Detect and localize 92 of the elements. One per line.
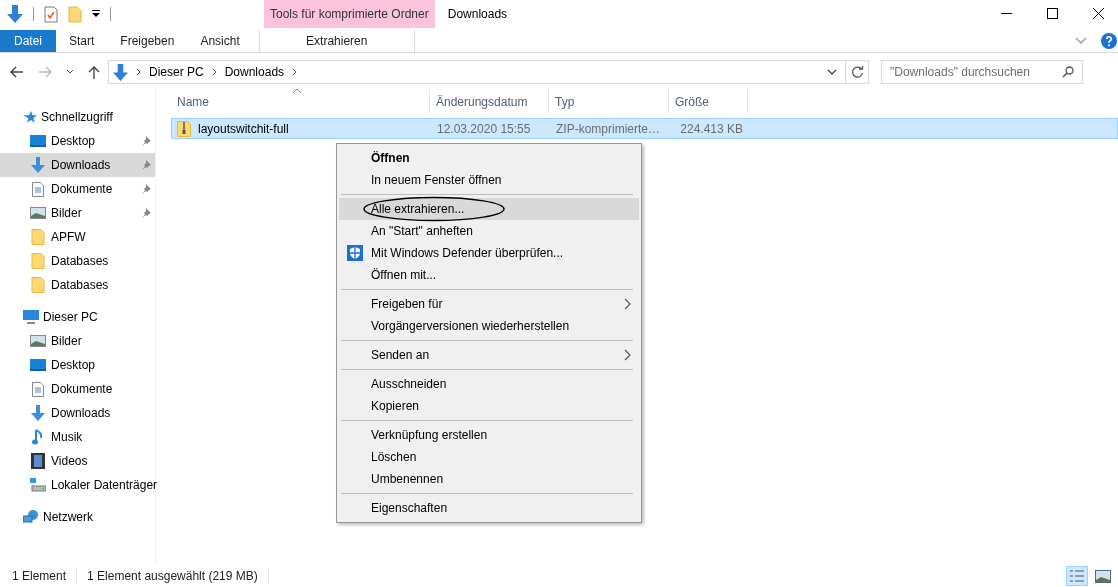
maximize-icon[interactable] [1047, 8, 1058, 19]
ribbon-tab[interactable]: Ansicht [187, 30, 253, 52]
menu-item[interactable]: Freigeben für [339, 293, 639, 315]
sidebar-item[interactable]: Desktop [0, 353, 155, 377]
ribbon-tab[interactable]: Extrahieren [258, 30, 415, 52]
drive-icon [30, 478, 46, 492]
chevron-right-icon[interactable] [211, 68, 217, 76]
pin-icon[interactable] [141, 184, 151, 194]
sort-caret-icon [293, 88, 301, 93]
document-icon [30, 381, 46, 397]
sidebar-item[interactable]: Dokumente [0, 377, 155, 401]
search-field[interactable]: "Downloads" durchsuchen [881, 60, 1083, 84]
pin-icon[interactable] [141, 136, 151, 146]
sidebar-item[interactable]: Bilder [0, 329, 155, 353]
picture-icon [30, 207, 46, 219]
sidebar-group[interactable]: Netzwerk [0, 505, 155, 529]
column-header[interactable]: Änderungsdatum [430, 89, 549, 115]
menu-item[interactable]: Öffnen mit... [339, 264, 639, 286]
menu-item[interactable]: Umbenennen [339, 468, 639, 490]
sidebar-group[interactable]: Schnellzugriff [0, 105, 155, 129]
help-icon[interactable] [1101, 33, 1117, 49]
search-icon [1062, 66, 1074, 78]
sidebar-item[interactable]: Databases [0, 273, 155, 297]
folder-icon [30, 229, 46, 245]
back-arrow-icon[interactable] [10, 66, 24, 78]
contextual-tab-group: Tools für komprimierte Ordner [264, 0, 435, 28]
download-arrow-icon [30, 157, 46, 173]
menu-item[interactable]: Alle extrahieren... [339, 198, 639, 220]
folder-icon [30, 253, 46, 269]
status-text: 1 Element ausgewählt (219 MB) [87, 569, 258, 583]
refresh-icon [850, 65, 864, 79]
menu-item[interactable]: Ausschneiden [339, 373, 639, 395]
monitor-icon [23, 310, 39, 324]
ribbon-tab[interactable]: Start [56, 30, 108, 52]
sidebar-item[interactable]: Downloads [0, 153, 155, 177]
sidebar-item[interactable]: Databases [0, 249, 155, 273]
menu-item[interactable]: Öffnen [339, 147, 639, 169]
menu-item[interactable]: Eigenschaften [339, 497, 639, 519]
download-arrow-icon [113, 63, 128, 81]
sidebar-item[interactable]: Bilder [0, 201, 155, 225]
file-row[interactable]: layoutswitchit-full 12.03.2020 15:55 ZIP-komprimierte… 224.413 KB [171, 118, 1118, 139]
sidebar-item[interactable]: Dokumente [0, 177, 155, 201]
type-cell-text: ZIP-komprimierte… [555, 121, 661, 136]
up-arrow-icon[interactable] [88, 65, 100, 79]
menu-item[interactable]: Löschen [339, 446, 639, 468]
column-header[interactable]: Typ [549, 89, 669, 115]
ribbon-tab[interactable]: Freigeben [107, 30, 188, 52]
sidebar-item[interactable]: Downloads [0, 401, 155, 425]
column-header[interactable]: Größe [669, 89, 748, 115]
zip-folder-icon [177, 120, 191, 137]
chevron-down-icon[interactable] [66, 69, 74, 75]
shield-icon [347, 245, 363, 261]
address-bar[interactable]: Dieser PC Downloads [108, 60, 869, 84]
ribbon-tab[interactable]: Datei [0, 30, 56, 52]
sidebar-item[interactable]: Videos [0, 449, 155, 473]
column-header[interactable]: Name [171, 89, 430, 115]
menu-item[interactable]: Senden an [339, 344, 639, 366]
download-arrow-icon[interactable] [7, 5, 23, 23]
size-cell-text: 224.413 KB [679, 121, 744, 136]
status-text: 1 Element [12, 569, 67, 583]
picture-icon [30, 335, 46, 347]
sidebar-group[interactable]: Dieser PC [0, 305, 155, 329]
close-icon[interactable] [1093, 8, 1104, 19]
window-title: Downloads [446, 6, 509, 23]
document-icon [30, 181, 46, 197]
chevron-right-icon[interactable] [292, 68, 298, 76]
menu-item[interactable]: An "Start" anheften [339, 220, 639, 242]
menu-item[interactable]: Mit Windows Defender überprüfen... [339, 242, 639, 264]
desktop-icon [30, 359, 46, 371]
network-icon [23, 510, 39, 524]
breadcrumb[interactable]: Downloads [224, 65, 285, 79]
date-cell-text: 12.03.2020 15:55 [436, 121, 532, 136]
breadcrumb[interactable]: Dieser PC [149, 65, 204, 79]
sidebar-item[interactable]: Musik [0, 425, 155, 449]
menu-item[interactable]: Kopieren [339, 395, 639, 417]
sidebar-item[interactable]: Lokaler Datenträger [0, 473, 155, 497]
film-icon [30, 453, 46, 469]
sidebar-item[interactable]: APFW [0, 225, 155, 249]
menu-item[interactable]: In neuem Fenster öffnen [339, 169, 639, 191]
folder-icon [30, 277, 46, 293]
dropdown-icon[interactable] [92, 10, 100, 18]
sidebar-item[interactable]: Desktop [0, 129, 155, 153]
menu-item[interactable]: Verknüpfung erstellen [339, 424, 639, 446]
chevron-right-icon[interactable] [136, 68, 141, 76]
properties-icon[interactable] [44, 5, 58, 23]
file-name: layoutswitchit-full [198, 121, 289, 136]
star-icon [23, 110, 37, 124]
download-arrow-icon [30, 405, 46, 421]
desktop-icon [30, 135, 46, 147]
pin-icon[interactable] [141, 208, 151, 218]
menu-item[interactable]: Vorgängerversionen wiederherstellen [339, 315, 639, 337]
chevron-down-icon[interactable] [827, 69, 837, 75]
